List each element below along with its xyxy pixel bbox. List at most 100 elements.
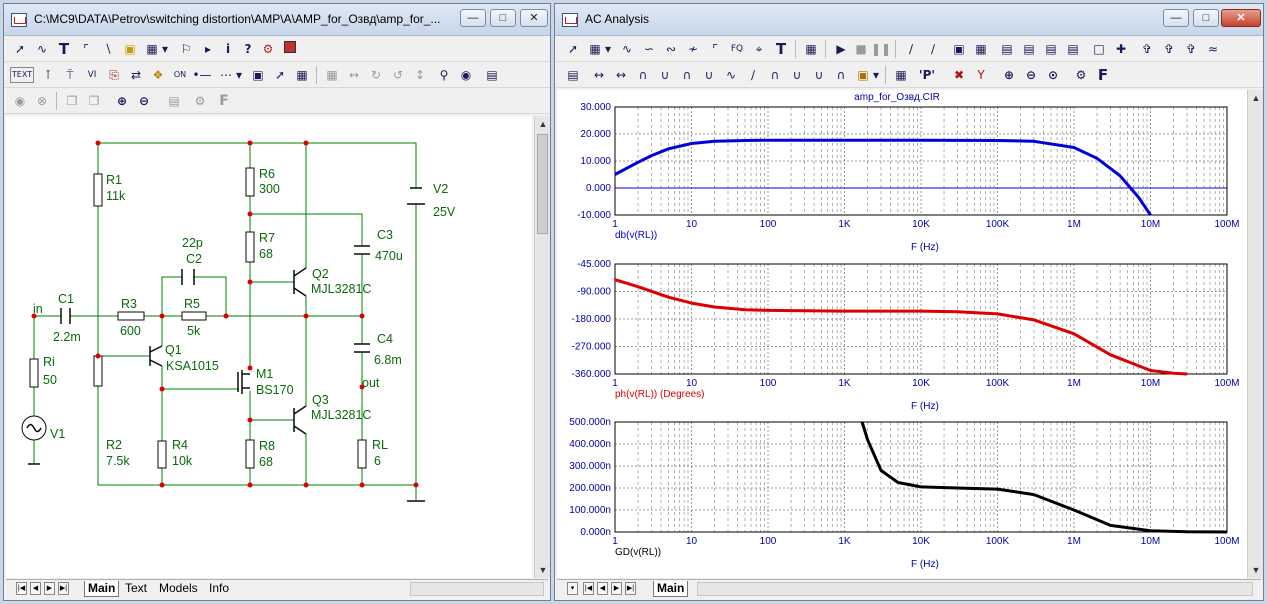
next-valley-icon[interactable]: ∪ <box>787 65 807 85</box>
dropdown-arrow-icon[interactable]: ▾ <box>160 39 170 59</box>
text-tool-icon[interactable]: T <box>54 39 74 59</box>
valley-icon[interactable]: ✞ <box>1159 39 1179 59</box>
dropdown-arrow-icon[interactable]: ▾ <box>603 39 613 59</box>
bus-icon[interactable]: ⇄ <box>126 65 146 85</box>
stop-icon[interactable]: ■ <box>851 39 871 59</box>
probe-icon[interactable]: ⚙ <box>258 39 278 59</box>
folder-icon[interactable]: ▤ <box>164 91 184 111</box>
schematic-canvas[interactable]: in C1 2.2m R3 600 R5 5k 22p C2 R1 11k R2… <box>6 116 532 578</box>
zoom-in-icon[interactable]: ⊕ <box>112 91 132 111</box>
prev-page-icon[interactable]: ◀ <box>597 582 608 595</box>
component-icon[interactable]: ▦ <box>585 39 605 59</box>
ac-titlebar[interactable]: AC Analysis — □ ✕ <box>555 4 1263 36</box>
resistor-r2[interactable] <box>93 355 103 387</box>
text-toggle-button[interactable]: TEXT <box>10 67 34 83</box>
wire-icon[interactable]: ∿ <box>32 39 52 59</box>
warning-icon[interactable]: ◉ <box>10 91 30 111</box>
tab-models[interactable]: Models <box>156 581 201 597</box>
curve-icon[interactable]: ≁ <box>683 39 703 59</box>
high-icon[interactable]: ✞ <box>1181 39 1201 59</box>
waveform-icon[interactable]: ∾ <box>661 39 681 59</box>
text-tool-icon[interactable]: T <box>771 39 791 59</box>
cursor-right-icon[interactable]: ↔ <box>611 65 631 85</box>
slope-icon[interactable]: ∕ <box>743 65 763 85</box>
resistor-rl[interactable] <box>357 439 367 469</box>
cursor-left-icon[interactable]: ↔ <box>589 65 609 85</box>
diagonal-line-icon[interactable]: ∖ <box>98 39 118 59</box>
resistor-r6[interactable] <box>245 167 255 197</box>
pin-connection-icon[interactable]: ⍑ <box>60 65 80 85</box>
select-arrow-icon[interactable]: ➚ <box>563 39 583 59</box>
schematic-vertical-scrollbar[interactable]: ▲ ▼ <box>534 116 550 578</box>
last-page-icon[interactable]: ▶| <box>625 582 636 595</box>
resistor-r1[interactable] <box>93 173 103 207</box>
resistor-r5[interactable] <box>181 311 207 321</box>
low-icon[interactable]: ≈ <box>1203 39 1223 59</box>
maximize-button[interactable]: □ <box>490 9 516 27</box>
flip-h-icon[interactable]: ↔ <box>344 65 364 85</box>
waveform-icon[interactable]: ∿ <box>617 39 637 59</box>
grid-icon[interactable]: ▣ <box>949 39 969 59</box>
minimize-button[interactable]: — <box>460 9 486 27</box>
scroll-down-icon[interactable]: ▼ <box>535 562 551 578</box>
next-page-icon[interactable]: ▶ <box>44 582 55 595</box>
scroll-thumb[interactable] <box>537 134 548 234</box>
peak-icon[interactable]: ∩ <box>633 65 653 85</box>
window-frame-icon[interactable]: ▣ <box>248 65 268 85</box>
axis-icon[interactable]: ▤ <box>1019 39 1039 59</box>
schematic-horizontal-scrollbar[interactable] <box>410 582 544 596</box>
cursor-icon[interactable]: ✚ <box>1111 39 1131 59</box>
scroll-down-icon[interactable]: ▼ <box>1248 562 1264 578</box>
y-scale-icon[interactable]: Y <box>971 65 991 85</box>
run-icon[interactable]: ▶ <box>831 39 851 59</box>
close-button[interactable]: ✕ <box>520 9 548 27</box>
select-arrow-icon[interactable]: ➚ <box>10 39 30 59</box>
first-page-icon[interactable]: |◀ <box>16 582 27 595</box>
fq-icon[interactable]: FQ <box>727 39 747 59</box>
component-icon[interactable]: ▣ <box>120 39 140 59</box>
marker-icon[interactable]: ⌖ <box>749 39 769 59</box>
font-icon[interactable]: F <box>1093 65 1113 85</box>
settings-icon[interactable]: ⚙ <box>190 91 210 111</box>
low-icon[interactable]: ∪ <box>699 65 719 85</box>
zoom-out-icon[interactable]: ⊖ <box>1021 65 1041 85</box>
cursor-mode-icon[interactable]: ➚ <box>270 65 290 85</box>
tab-info[interactable]: Info <box>206 581 232 597</box>
cancel-icon[interactable]: ⊗ <box>32 91 52 111</box>
point-line-icon[interactable]: ∕ <box>923 39 943 59</box>
ac-vertical-scrollbar[interactable]: ▲ ▼ <box>1247 90 1263 578</box>
resistor-r7[interactable] <box>245 231 255 263</box>
pin-icon[interactable]: ▸ <box>198 39 218 59</box>
stepping-icon[interactable]: ▣ <box>853 65 873 85</box>
ac-horizontal-scrollbar[interactable] <box>697 582 1253 596</box>
align-icon[interactable]: ▦ <box>322 65 342 85</box>
node-number-icon[interactable]: ⊺ <box>38 65 58 85</box>
grid-component-icon[interactable]: ▦ <box>142 39 162 59</box>
peak-icon[interactable]: ✞ <box>1137 39 1157 59</box>
binoculars-icon[interactable]: ◉ <box>456 65 476 85</box>
inflection-icon[interactable]: ∿ <box>721 65 741 85</box>
paste-icon[interactable]: ❐ <box>84 91 104 111</box>
font-icon[interactable]: F <box>214 91 234 111</box>
resistor-ri[interactable] <box>29 358 39 388</box>
zoom-out-icon[interactable]: ⊖ <box>134 91 154 111</box>
p-icon[interactable]: 'P' <box>915 65 939 85</box>
dropdown-arrow-icon[interactable]: ▾ <box>871 65 881 85</box>
pin-dot-icon[interactable]: •— <box>192 65 212 85</box>
tab-main[interactable]: Main <box>653 581 689 597</box>
scroll-up-icon[interactable]: ▲ <box>1248 90 1264 106</box>
resistor-r4[interactable] <box>157 440 167 469</box>
tab-text[interactable]: Text <box>122 581 150 597</box>
next-page-icon[interactable]: ▶ <box>611 582 622 595</box>
help-icon[interactable]: ? <box>238 39 258 59</box>
global-low-icon[interactable]: ∩ <box>831 65 851 85</box>
axis-icon[interactable]: ▤ <box>1041 39 1061 59</box>
high-icon[interactable]: ∩ <box>677 65 697 85</box>
pause-icon[interactable]: ❚❚ <box>871 39 891 59</box>
prev-page-icon[interactable]: ◀ <box>30 582 41 595</box>
tab-main[interactable]: Main <box>84 581 120 597</box>
zoom-in-icon[interactable]: ⊕ <box>999 65 1019 85</box>
grid-dots-icon[interactable]: ⋯ <box>216 65 236 85</box>
scroll-up-icon[interactable]: ▲ <box>535 116 551 132</box>
resistor-r3[interactable] <box>117 311 145 321</box>
